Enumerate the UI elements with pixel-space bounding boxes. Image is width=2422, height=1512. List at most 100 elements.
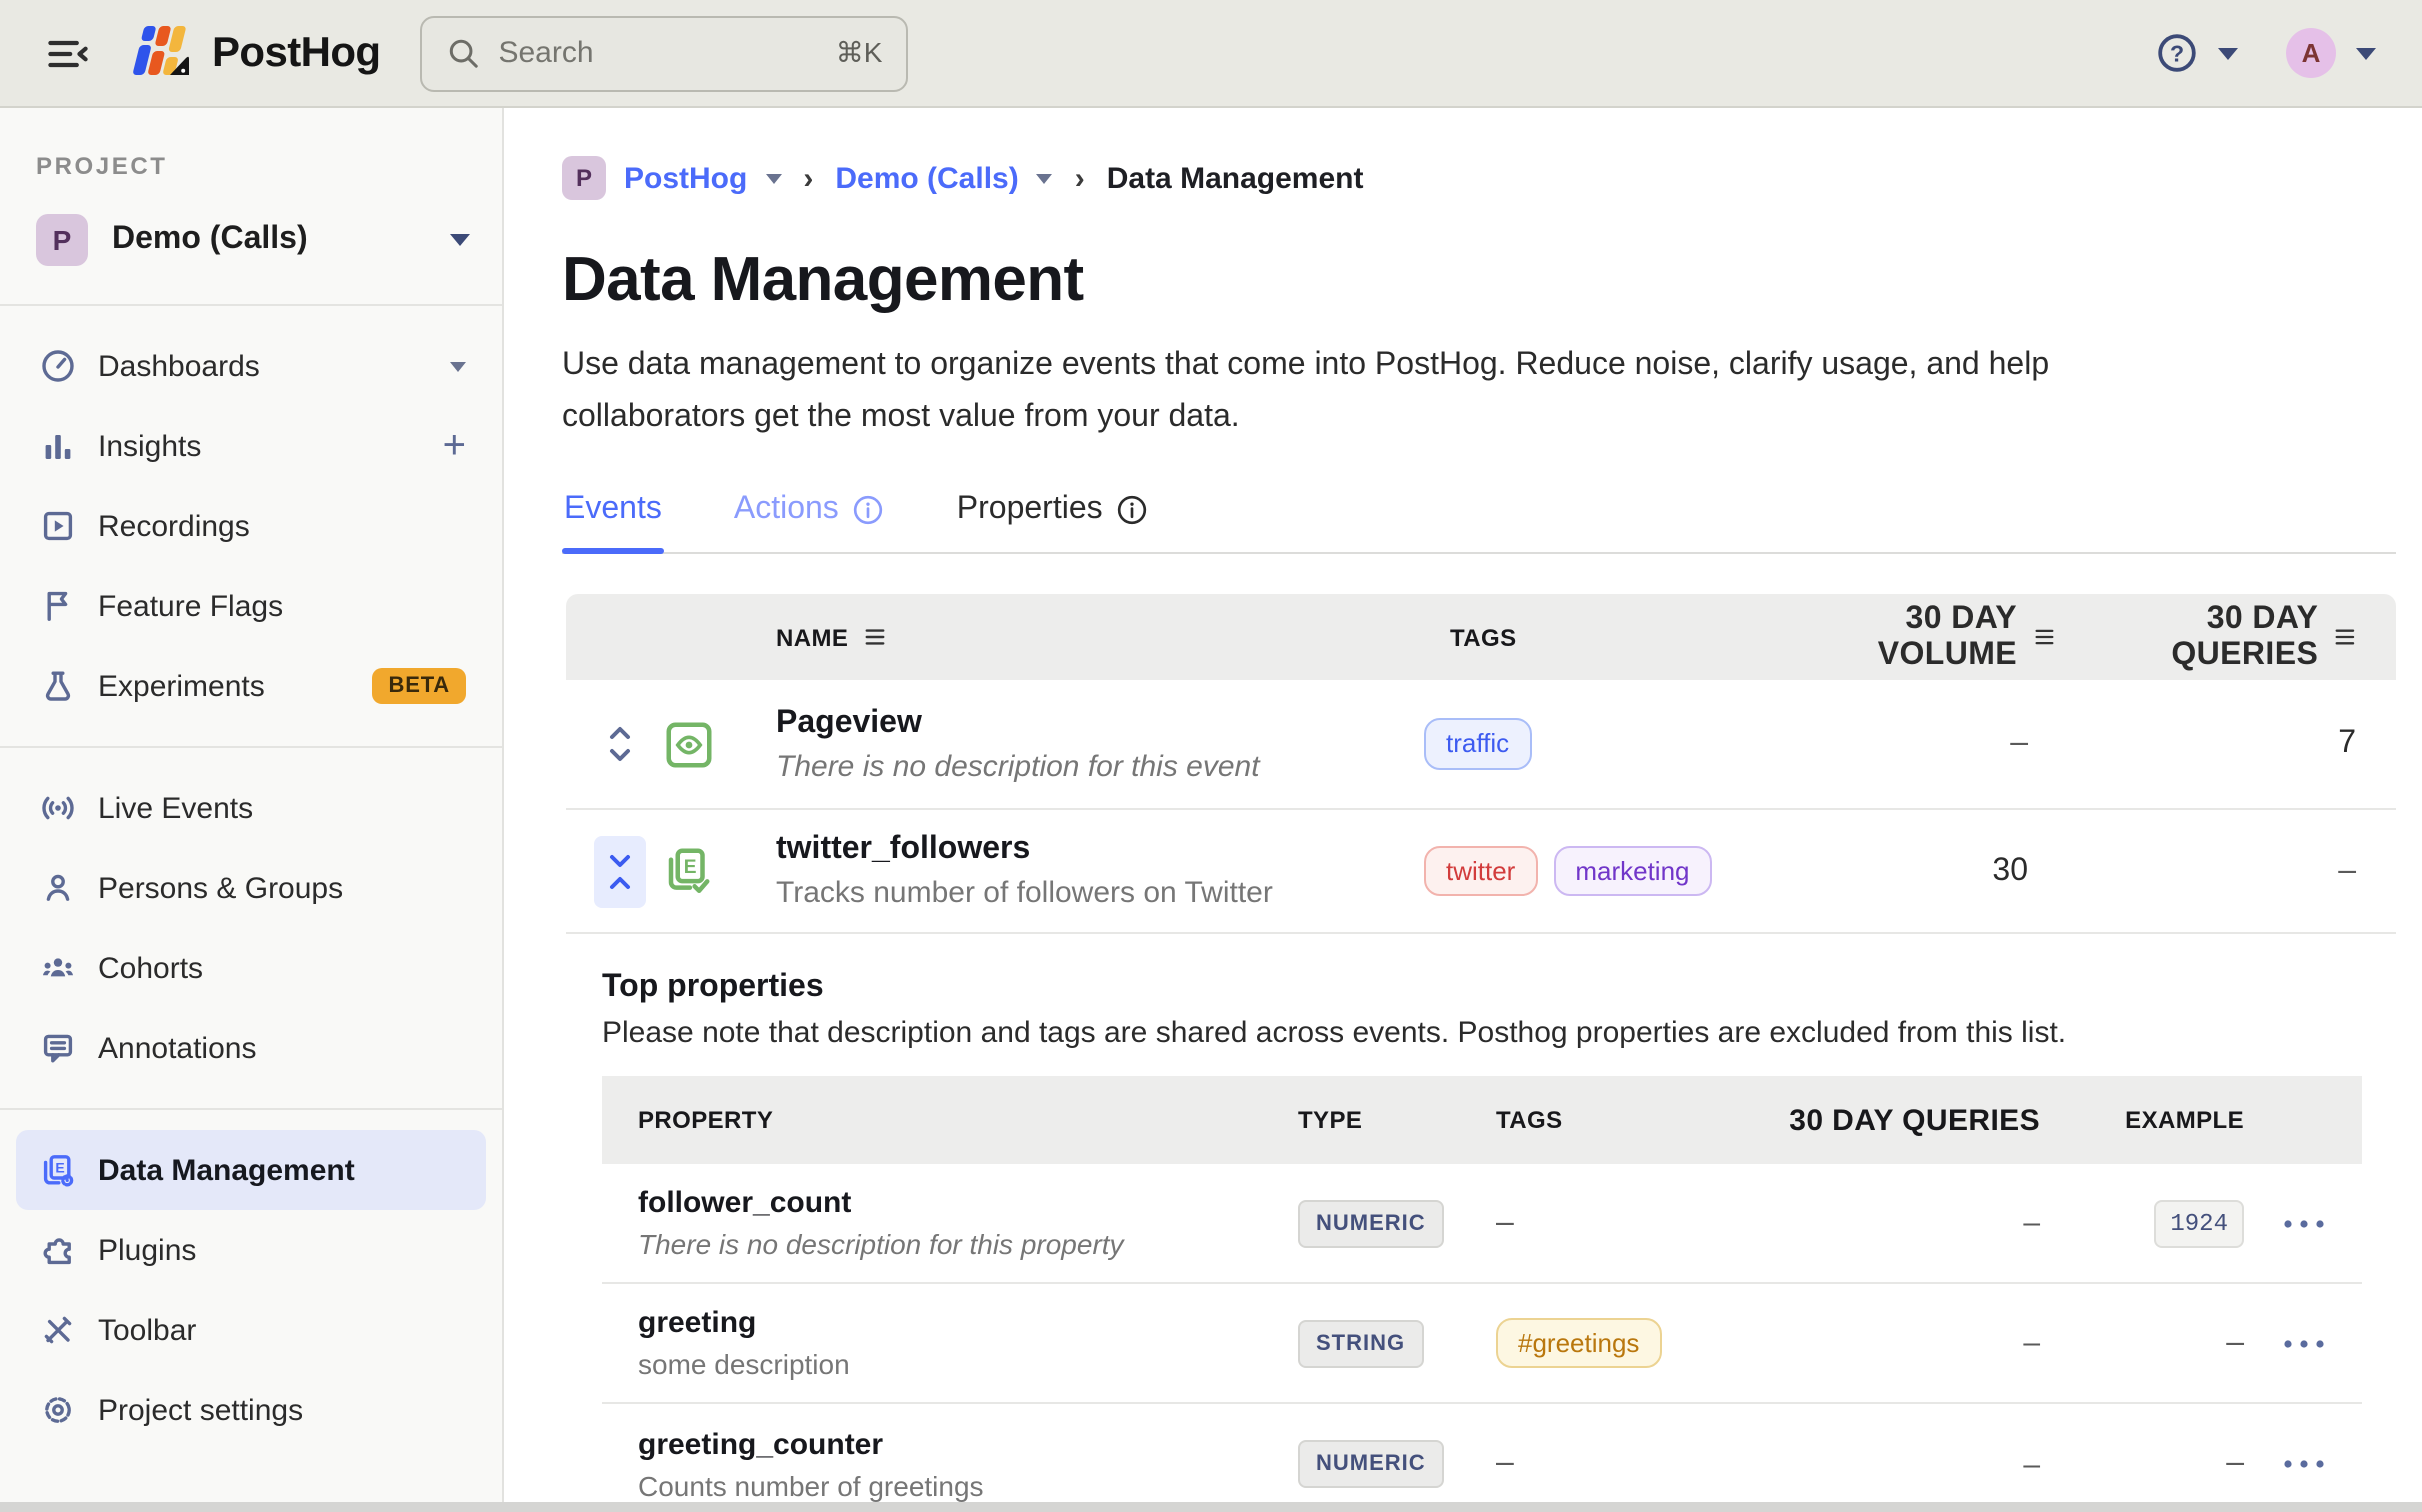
sidebar-item-insights[interactable]: Insights +	[16, 406, 486, 486]
sidebar-item-feature-flags[interactable]: Feature Flags	[16, 566, 486, 646]
project-badge: P	[36, 214, 88, 266]
search-icon	[450, 39, 479, 68]
topbar-right: ? A	[2156, 28, 2422, 78]
event-name[interactable]: Pageview	[776, 705, 1424, 741]
more-icon	[2284, 1219, 2324, 1227]
cohorts-icon	[40, 950, 76, 986]
search-input[interactable]: Search ⌘K	[420, 15, 909, 91]
more-button[interactable]	[2282, 1217, 2326, 1229]
breadcrumb-posthog[interactable]: PostHog	[624, 161, 747, 195]
project-chevron-down-icon	[450, 234, 470, 246]
experiments-icon	[40, 668, 76, 704]
info-icon[interactable]	[853, 494, 885, 526]
sidebar-item-live-events[interactable]: Live Events	[16, 768, 486, 848]
sidebar-divider	[0, 304, 502, 306]
sort-icon	[2335, 629, 2355, 645]
breadcrumb-current: Data Management	[1106, 161, 1364, 195]
annotations-icon	[40, 1030, 76, 1066]
sidebar-item-dashboards[interactable]: Dashboards	[16, 326, 486, 406]
top-properties-note: Please note that description and tags ar…	[602, 1016, 2067, 1050]
property-description: some description	[638, 1348, 850, 1380]
column-header-tags: TAGS	[1496, 1106, 1563, 1134]
toolbar-icon	[40, 1312, 76, 1348]
dashboards-chevron-down-icon[interactable]	[450, 361, 466, 371]
tab-bar: Events Actions Properties	[562, 480, 2396, 554]
tab-properties[interactable]: Properties	[955, 480, 1151, 552]
svg-text:E: E	[684, 857, 697, 878]
property-description: There is no description for this propert…	[638, 1228, 1124, 1260]
svg-text:?: ?	[2170, 40, 2184, 66]
tag-marketing: marketing	[1553, 845, 1712, 897]
property-queries: –	[2023, 1206, 2040, 1240]
column-header-volume[interactable]: 30 DAY VOLUME	[1770, 601, 2054, 673]
more-icon	[2284, 1339, 2324, 1347]
events-table-header: NAME TAGS 30 DAY VOLUME 30 DAY QUERIES	[566, 594, 2396, 680]
example-value: 1924	[2154, 1199, 2244, 1247]
more-icon	[2284, 1460, 2324, 1468]
sidebar-item-data-management[interactable]: E Data Management	[16, 1130, 486, 1210]
data-management-icon: E	[40, 1152, 76, 1188]
column-header-example: EXAMPLE	[2125, 1106, 2244, 1134]
event-queries: –	[2338, 853, 2356, 887]
page-title: Data Management	[562, 244, 1084, 314]
breadcrumb: P PostHog › Demo (Calls) › Data Manageme…	[562, 156, 2422, 200]
collapse-row-button[interactable]	[594, 835, 646, 907]
sidebar-item-plugins[interactable]: Plugins	[16, 1210, 486, 1290]
help-chevron-down-icon[interactable]	[2218, 47, 2238, 59]
project-section-label: PROJECT	[36, 152, 168, 180]
posthog-logo[interactable]: PostHog	[126, 23, 381, 83]
example-value: –	[2226, 1325, 2244, 1359]
event-row-pageview[interactable]: Pageview There is no description for thi…	[566, 680, 2396, 810]
help-icon[interactable]: ?	[2156, 32, 2198, 74]
type-badge: NUMERIC	[1298, 1440, 1444, 1488]
sidebar-item-annotations[interactable]: Annotations	[16, 1008, 486, 1088]
column-header-queries: 30 DAY QUERIES	[1789, 1103, 2040, 1137]
account-chevron-down-icon[interactable]	[2356, 47, 2376, 59]
posthog-logo-icon	[133, 25, 189, 74]
expand-icon	[610, 727, 630, 761]
add-insight-icon[interactable]: +	[443, 426, 466, 466]
feature-flags-icon	[40, 588, 76, 624]
column-header-name[interactable]: NAME	[776, 623, 1450, 651]
tag-traffic: traffic	[1424, 718, 1532, 770]
breadcrumb-project[interactable]: Demo (Calls)	[835, 161, 1018, 195]
window-bottom-edge	[0, 1502, 2422, 1512]
info-icon[interactable]	[1117, 494, 1149, 526]
sidebar-divider	[0, 746, 502, 748]
event-name[interactable]: twitter_followers	[776, 832, 1424, 868]
expand-row-button[interactable]	[594, 708, 646, 780]
event-volume: –	[2010, 726, 2028, 760]
insights-icon	[40, 428, 76, 464]
sort-icon	[865, 629, 885, 645]
page-description: Use data management to organize events t…	[562, 348, 2050, 434]
property-name[interactable]: greeting	[638, 1306, 1298, 1340]
column-header-tags: TAGS	[1450, 623, 1517, 651]
tab-actions[interactable]: Actions	[732, 480, 887, 552]
event-row-twitter-followers[interactable]: E twitter_followers Tracks number of fol…	[566, 810, 2396, 934]
svg-text:E: E	[55, 1159, 64, 1175]
property-queries: –	[2023, 1326, 2040, 1360]
column-header-queries[interactable]: 30 DAY QUERIES	[2054, 601, 2356, 673]
breadcrumb-chevron-down-icon[interactable]	[765, 173, 782, 183]
more-button[interactable]	[2282, 1458, 2326, 1470]
sidebar-item-cohorts[interactable]: Cohorts	[16, 928, 486, 1008]
property-name[interactable]: follower_count	[638, 1186, 1298, 1220]
sidebar-item-recordings[interactable]: Recordings	[16, 486, 486, 566]
project-switcher[interactable]: P Demo (Calls)	[0, 196, 502, 284]
tab-events[interactable]: Events	[562, 480, 664, 554]
search-shortcut: ⌘K	[835, 36, 883, 68]
tag-twitter: twitter	[1424, 845, 1538, 897]
breadcrumb-chevron-down-icon[interactable]	[1036, 173, 1053, 183]
breadcrumb-project-badge[interactable]: P	[562, 156, 606, 200]
more-button[interactable]	[2282, 1337, 2326, 1349]
avatar[interactable]: A	[2286, 28, 2336, 78]
posthog-app: PostHog Search ⌘K ? A PROJECT P Demo (Ca…	[0, 0, 2422, 1512]
sidebar-item-project-settings[interactable]: Project settings	[16, 1370, 486, 1450]
collapse-sidebar-button[interactable]	[42, 27, 94, 79]
sidebar-item-persons-groups[interactable]: Persons & Groups	[16, 848, 486, 928]
properties-table-header: PROPERTY TYPE TAGS 30 DAY QUERIES EXAMPL…	[602, 1076, 2362, 1164]
sidebar-item-toolbar[interactable]: Toolbar	[16, 1290, 486, 1370]
sidebar-item-experiments[interactable]: Experiments BETA	[16, 646, 486, 726]
property-name[interactable]: greeting_counter	[638, 1427, 1298, 1461]
beta-badge: BETA	[372, 668, 466, 704]
